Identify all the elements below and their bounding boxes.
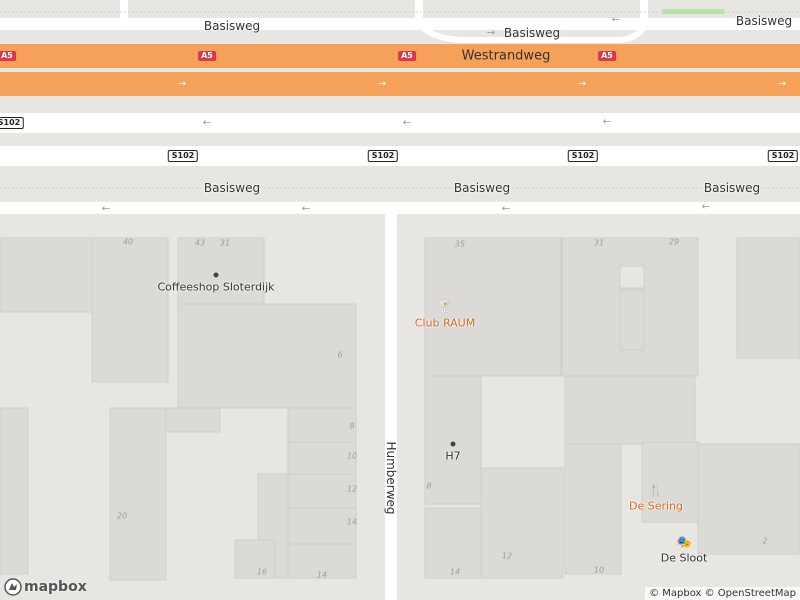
shield-s102-2: S102 [167,150,199,162]
poi-de-sering[interactable]: De Sering [629,500,683,513]
house-number: 14 [316,570,328,580]
map-canvas[interactable]: Basisweg Basisweg Basisweg Westrandweg B… [0,0,800,600]
arrow-west-icon: ← [701,201,711,213]
arrow-west-icon: ← [402,117,412,129]
shield-s102-1: S102 [0,117,25,129]
poi-h7[interactable]: H7 [445,450,460,463]
road-basisweg-bottom [0,202,800,214]
shield-a5-4: A5 [598,51,616,61]
highway-westrandweg-west [0,72,800,96]
mapbox-logo[interactable]: mapbox [4,578,87,596]
road-label-humberweg: Humberweg [384,441,398,515]
arrow-east-icon: → [777,78,787,90]
road-s102-north [0,113,800,133]
shield-s102-4: S102 [567,150,599,162]
shield-a5-1: A5 [0,51,16,61]
house-number: 20 [116,511,128,521]
road-label-basisweg-top-2: Basisweg [503,26,561,40]
arrow-east-icon: → [377,78,387,90]
road-label-basisweg-1: Basisweg [203,181,261,195]
arrow-west-icon: ← [602,116,612,128]
road-top-spur-1 [120,0,128,22]
theatre-icon[interactable]: 🎭 [677,535,692,549]
road-top-spur-3 [640,0,648,22]
attribution-osm[interactable]: © OpenStreetMap [705,588,796,599]
poi-dot-icon[interactable] [213,272,219,278]
house-number: 40 [122,237,134,247]
arrow-east-icon: → [177,78,187,90]
arrow-west-icon: ← [202,117,212,129]
poi-coffeeshop-sloterdijk[interactable]: Coffeeshop Sloterdijk [157,281,274,294]
road-label-basisweg-top-1: Basisweg [203,19,261,33]
house-number: 10 [593,565,605,575]
attribution: © Mapbox © OpenStreetMap [645,587,800,600]
attribution-mapbox[interactable]: © Mapbox [649,588,701,599]
arrow-east-icon: → [486,27,496,39]
arrow-west-icon: ← [501,203,511,215]
house-number: 31 [219,238,231,248]
house-number: 14 [449,567,461,577]
mapbox-logo-text: mapbox [24,579,87,595]
road-s102-south [0,146,800,166]
poi-club-raum[interactable]: Club RAUM [415,317,475,330]
house-number: 10 [346,451,358,461]
poi-dot-icon[interactable] [450,441,456,447]
arrow-west-icon: ← [101,203,111,215]
arrow-east-icon: → [577,78,587,90]
arrow-west-icon: ← [611,14,621,26]
house-number: 43 [194,238,206,248]
house-number: 8 [349,421,355,431]
shield-a5-2: A5 [198,51,216,61]
house-number: 31 [593,238,605,248]
poi-de-sloot[interactable]: De Sloot [661,552,708,565]
house-number: 8 [426,481,432,491]
house-number: 12 [501,551,513,561]
cocktail-icon[interactable]: 🍸 [437,300,453,315]
mapbox-logo-icon [4,578,22,596]
restaurant-icon[interactable]: 🍴 [649,483,664,497]
road-humberweg [385,214,397,600]
house-number: 2 [762,536,768,546]
house-number: 35 [454,239,466,249]
road-top-spur-2 [415,0,423,22]
house-number: 16 [256,567,268,577]
arrow-west-icon: ← [301,203,311,215]
road-label-westrandweg: Westrandweg [461,48,551,64]
road-label-basisweg-3: Basisweg [703,181,761,195]
house-number: 14 [346,517,358,527]
house-number: 12 [346,484,358,494]
shield-a5-3: A5 [398,51,416,61]
house-number: 29 [668,237,680,247]
road-label-basisweg-top-3: Basisweg [735,14,793,28]
road-label-basisweg-2: Basisweg [453,181,511,195]
shield-s102-5: S102 [767,150,799,162]
shield-s102-3: S102 [367,150,399,162]
house-number: 6 [337,350,343,360]
